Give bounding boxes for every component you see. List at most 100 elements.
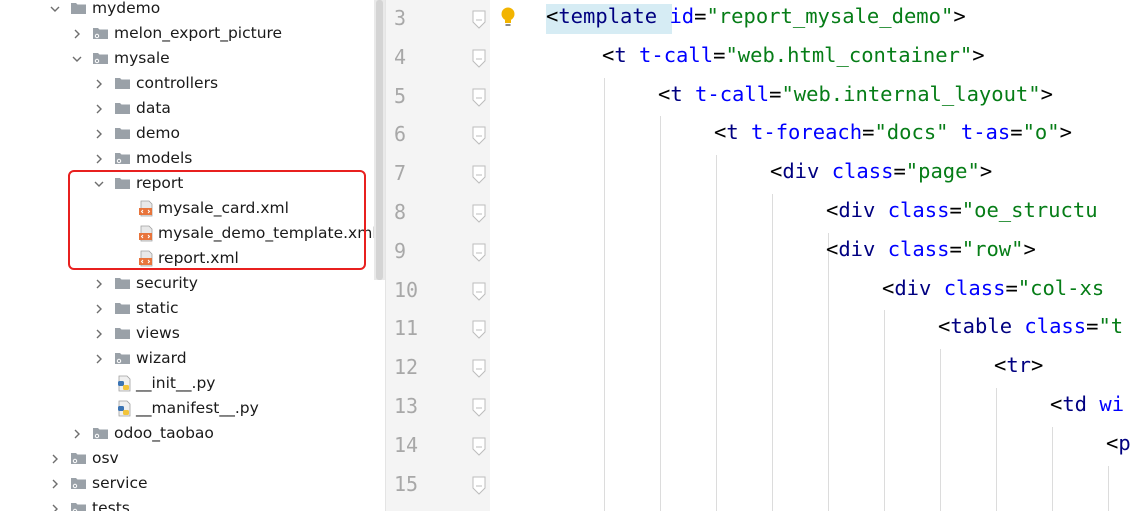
tree-item-melon-export-picture[interactable]: melon_export_picture (0, 21, 374, 46)
code-token-punc: = (769, 81, 782, 106)
tree-item-data[interactable]: data (0, 96, 374, 121)
tree-item-mydemo[interactable]: mydemo (0, 0, 374, 21)
chevron-right-icon[interactable] (90, 296, 108, 321)
code-line[interactable]: <t t-call="web.internal_layout"> (658, 82, 1053, 106)
line-number: 15 (394, 471, 419, 496)
tree-item-report[interactable]: report (0, 171, 374, 196)
fold-marker-icon[interactable] (470, 204, 488, 224)
tree-item-label: tests (92, 499, 130, 511)
line-number: 13 (394, 394, 419, 418)
code-editor[interactable] (490, 0, 1136, 511)
code-token-attr: class (943, 275, 1006, 300)
tree-item-mysale[interactable]: mysale (0, 46, 374, 71)
chevron-right-icon[interactable] (46, 471, 64, 496)
chevron-right-icon[interactable] (68, 21, 86, 46)
code-token-attr: t-call (695, 81, 770, 106)
code-line[interactable]: <tr> (994, 353, 1043, 377)
folder-icon (114, 125, 131, 142)
code-line[interactable]: <p (1106, 431, 1131, 455)
fold-marker-icon[interactable] (470, 49, 488, 69)
fold-marker-icon[interactable] (470, 398, 488, 418)
folder-icon (114, 275, 131, 292)
line-number: 11 (394, 316, 419, 341)
fold-marker-icon[interactable] (470, 165, 488, 185)
tree-item-demo[interactable]: demo (0, 121, 374, 146)
package-folder-icon (92, 425, 109, 442)
chevron-right-icon[interactable] (90, 96, 108, 121)
code-token-punc: < (826, 198, 839, 222)
chevron-right-icon[interactable] (90, 121, 108, 146)
fold-marker-icon[interactable] (470, 88, 488, 108)
tree-item-label: report (136, 174, 184, 192)
line-number: 7 (394, 161, 407, 186)
fold-marker-icon[interactable] (470, 282, 488, 302)
chevron-right-icon[interactable] (90, 271, 108, 296)
tree-item-label: melon_export_picture (114, 24, 283, 42)
code-token-punc: = (949, 236, 962, 261)
fold-marker-icon[interactable] (470, 126, 488, 146)
fold-marker-icon[interactable] (470, 243, 488, 263)
code-token-punc (657, 4, 669, 28)
code-token-attr: t-as (960, 120, 1011, 145)
tree-item-controllers[interactable]: controllers (0, 71, 374, 96)
code-line[interactable]: <div class="row"> (826, 237, 1036, 261)
tree-item-init-py[interactable]: __init__.py (0, 371, 374, 396)
tree-item-mysale-card-xml[interactable]: mysale_card.xml (0, 196, 374, 221)
tree-item-service[interactable]: service (0, 471, 374, 496)
code-token-punc (1087, 392, 1099, 416)
chevron-right-icon[interactable] (90, 146, 108, 171)
tree-scrollbar-thumb[interactable] (376, 0, 383, 280)
tree-item-models[interactable]: models (0, 146, 374, 171)
chevron-down-icon[interactable] (90, 171, 108, 196)
code-line[interactable]: <td wi (1050, 392, 1124, 416)
tree-item-mysale-demo-template-xml[interactable]: mysale_demo_template.xml (0, 221, 374, 246)
lightbulb-icon[interactable] (499, 6, 517, 28)
tree-item-report-xml[interactable]: report.xml (0, 246, 374, 271)
line-number: 10 (394, 277, 419, 302)
tree-item-label: models (136, 149, 193, 167)
tree-item-odoo-taobao[interactable]: odoo_taobao (0, 421, 374, 446)
project-tree[interactable]: mydemo melon_export_picturemysale controll… (0, 0, 374, 511)
chevron-right-icon[interactable] (46, 496, 64, 511)
chevron-right-icon[interactable] (90, 321, 108, 346)
chevron-right-icon[interactable] (90, 71, 108, 96)
code-token-punc: = (694, 4, 707, 28)
code-line[interactable]: <div class="col-xs (882, 276, 1104, 300)
chevron-right-icon[interactable] (90, 346, 108, 371)
tree-scrollbar[interactable] (374, 0, 385, 280)
chevron-down-icon[interactable] (68, 46, 86, 71)
fold-marker-icon[interactable] (470, 10, 488, 30)
chevron-right-icon[interactable] (68, 421, 86, 446)
tree-item-wizard[interactable]: wizard (0, 346, 374, 371)
folder-icon (114, 100, 131, 117)
chevron-right-icon[interactable] (46, 446, 64, 471)
indent-guide (884, 310, 885, 511)
code-line[interactable]: <div class="oe_structu (826, 198, 1098, 222)
tree-item-manifest-py[interactable]: __manifest__.py (0, 396, 374, 421)
tree-item-label: static (136, 299, 179, 317)
code-line[interactable]: <div class="page"> (770, 159, 992, 183)
fold-marker-icon[interactable] (470, 437, 488, 457)
code-token-tag: p (1118, 430, 1131, 455)
tree-item-static[interactable]: static (0, 296, 374, 321)
fold-marker-icon[interactable] (470, 320, 488, 340)
code-token-punc (875, 237, 887, 261)
code-line[interactable]: <table class="t (938, 314, 1123, 338)
code-line[interactable]: <t t-call="web.html_container"> (602, 43, 985, 67)
tree-item-label: mysale_card.xml (158, 199, 289, 217)
chevron-down-icon[interactable] (46, 0, 64, 21)
code-token-str: "web.internal_layout" (781, 81, 1041, 106)
code-token-tag: template (558, 4, 658, 28)
tree-item-views[interactable]: views (0, 321, 374, 346)
fold-marker-icon[interactable] (470, 476, 488, 496)
code-token-punc: < (770, 159, 783, 184)
tree-item-tests[interactable]: tests (0, 496, 374, 511)
code-token-punc: > (1059, 120, 1072, 145)
line-number: 4 (394, 44, 407, 69)
indent-guide (996, 388, 997, 511)
tree-item-osv[interactable]: osv (0, 446, 374, 471)
code-line[interactable]: <template id="report_mysale_demo"> (546, 4, 966, 28)
tree-item-security[interactable]: security (0, 271, 374, 296)
code-line[interactable]: <t t-foreach="docs" t-as="o"> (714, 120, 1072, 144)
fold-marker-icon[interactable] (470, 359, 488, 379)
